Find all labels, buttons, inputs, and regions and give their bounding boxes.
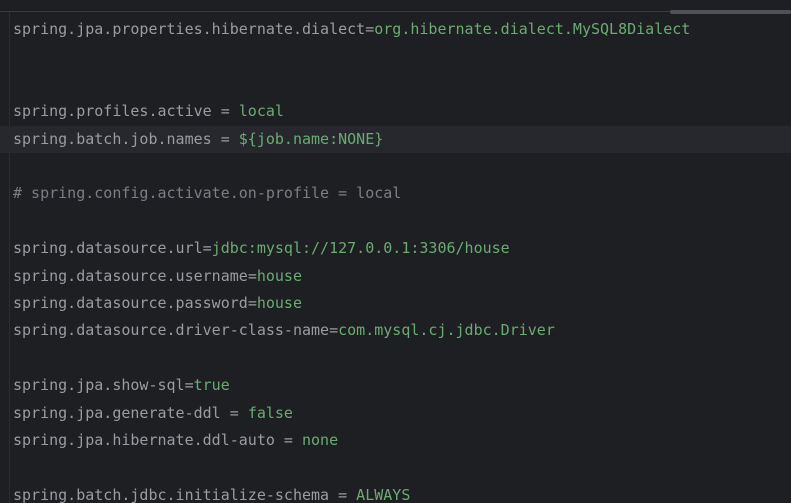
property-key: spring.batch.jdbc.initialize-schema (13, 485, 330, 503)
property-value: jdbc:mysql://127.0.0.1:3306/house (211, 239, 510, 258)
property-key: spring.jpa.hibernate.ddl-auto (13, 431, 275, 449)
property-separator: = (220, 403, 248, 422)
property-separator: = (211, 102, 239, 121)
property-key: spring.profiles.active (13, 102, 212, 121)
code-line[interactable] (0, 454, 791, 481)
property-key: spring.jpa.properties.hibernate.dialect (13, 20, 366, 38)
property-value: none (302, 431, 339, 449)
code-line[interactable]: spring.profiles.active = local (0, 98, 791, 125)
property-key: spring.datasource.password (13, 294, 248, 312)
code-line[interactable]: spring.datasource.username=house (0, 263, 791, 290)
property-key: spring.jpa.show-sql (13, 376, 185, 395)
property-value: house (256, 294, 302, 312)
property-value: ${job.name:NONE} (238, 129, 384, 148)
property-separator: = (274, 431, 302, 449)
code-line[interactable] (0, 153, 791, 180)
code-line[interactable]: spring.jpa.generate-ddl = false (0, 400, 791, 427)
code-line[interactable] (0, 43, 791, 70)
code-line[interactable]: # spring.config.activate.on-profile = lo… (0, 180, 791, 207)
code-line[interactable]: spring.jpa.hibernate.ddl-auto = none (0, 427, 791, 454)
code-line[interactable]: spring.datasource.password=house (0, 290, 791, 317)
property-key: spring.datasource.username (13, 266, 248, 285)
property-separator: = (184, 376, 194, 395)
code-line[interactable]: spring.jpa.show-sql=true (0, 372, 791, 399)
property-separator: = (365, 20, 375, 38)
code-editor[interactable]: spring.jpa.properties.hibernate.dialect=… (0, 0, 791, 503)
code-line[interactable] (0, 345, 791, 372)
comment-text: # spring.config.activate.on-profile = lo… (13, 184, 402, 203)
current-code-line[interactable]: spring.batch.job.names = ${job.name:NONE… (0, 125, 791, 153)
code-line[interactable]: spring.batch.jdbc.initialize-schema = AL… (0, 482, 791, 503)
property-separator: = (211, 129, 239, 148)
property-value: ALWAYS (356, 485, 411, 503)
property-value: local (238, 102, 284, 121)
property-key: spring.jpa.generate-ddl (13, 403, 221, 422)
property-value: org.hibernate.dialect.MySQL8Dialect (374, 20, 691, 38)
property-value: true (193, 376, 230, 395)
property-separator: = (202, 239, 212, 258)
property-separator: = (247, 294, 257, 312)
property-key: spring.datasource.url (13, 239, 203, 258)
property-key: spring.datasource.driver-class-name (13, 321, 330, 340)
code-line[interactable] (0, 71, 791, 98)
code-line[interactable] (0, 208, 791, 235)
code-line[interactable]: spring.datasource.driver-class-name=com.… (0, 317, 791, 344)
property-separator: = (247, 266, 257, 285)
property-value: house (256, 266, 302, 285)
property-separator: = (329, 485, 357, 503)
property-key: spring.batch.job.names (13, 129, 212, 148)
code-line[interactable]: spring.jpa.properties.hibernate.dialect=… (0, 16, 791, 43)
horizontal-scrollbar-thumb[interactable] (670, 10, 791, 14)
property-separator: = (329, 321, 339, 340)
property-value: com.mysql.cj.jdbc.Driver (338, 321, 555, 340)
property-value: false (247, 403, 293, 422)
code-line[interactable]: spring.datasource.url=jdbc:mysql://127.0… (0, 235, 791, 262)
